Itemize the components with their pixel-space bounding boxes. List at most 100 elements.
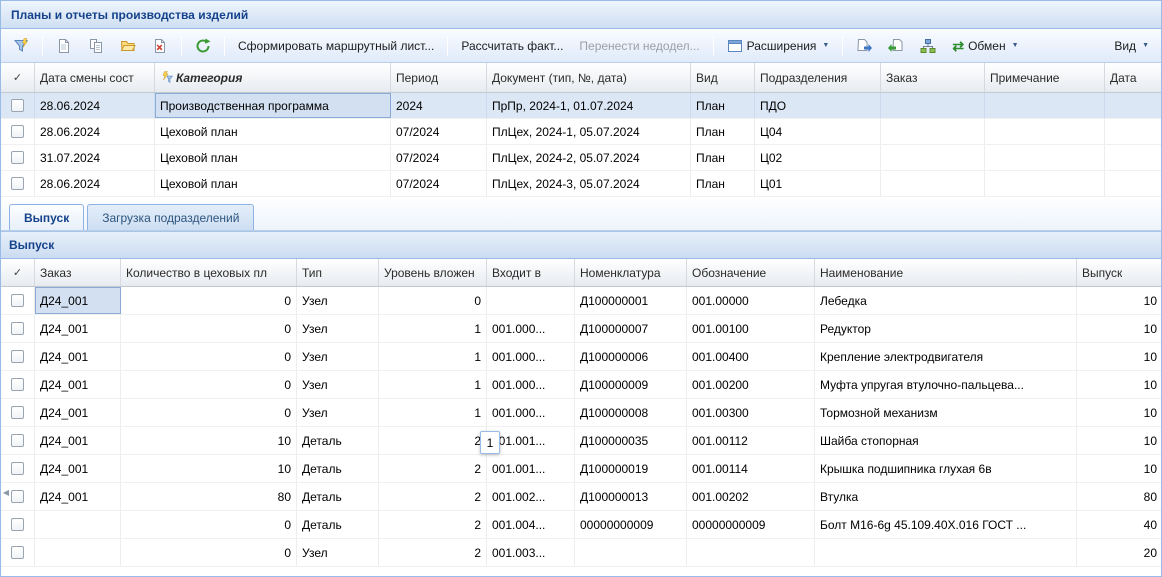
cell: Д100000006 bbox=[575, 343, 687, 370]
column-header[interactable]: Категория bbox=[155, 63, 391, 92]
row-checkbox[interactable] bbox=[11, 462, 24, 475]
column-header[interactable]: Заказ bbox=[35, 259, 121, 286]
collapse-panel-icon[interactable]: ◀ bbox=[1, 481, 11, 503]
cell-editor[interactable]: 1 bbox=[480, 431, 500, 454]
row-checkbox[interactable] bbox=[11, 125, 24, 138]
tab-load-departments[interactable]: Загрузка подразделений bbox=[87, 204, 254, 230]
org-structure-button[interactable] bbox=[913, 34, 943, 58]
tab-output[interactable]: Выпуск bbox=[9, 204, 84, 230]
column-header[interactable]: Обозначение bbox=[687, 259, 815, 286]
column-header[interactable]: Количество в цеховых пл bbox=[121, 259, 297, 286]
column-header[interactable]: Документ (тип, №, дата) bbox=[487, 63, 691, 92]
button-label: Перенести недодел... bbox=[579, 39, 699, 53]
table-row[interactable]: Д24_0010Узел1001.000...Д100000008001.003… bbox=[1, 399, 1161, 427]
toolbar-separator bbox=[447, 36, 448, 56]
table-row[interactable]: 0Узел2001.003...20 bbox=[1, 539, 1161, 567]
cell: 001.000... bbox=[487, 371, 575, 398]
table-row[interactable]: 31.07.2024Цеховой план07/2024ПлЦех, 2024… bbox=[1, 145, 1161, 171]
column-header[interactable]: Выпуск bbox=[1077, 259, 1161, 286]
cell: 001.00300 bbox=[687, 399, 815, 426]
row-checkbox[interactable] bbox=[11, 322, 24, 335]
open-button[interactable] bbox=[113, 34, 143, 58]
column-header-label: Номенклатура bbox=[580, 266, 661, 280]
extensions-button[interactable]: Расширения ▼ bbox=[720, 34, 837, 58]
select-all-header[interactable]: ✓ bbox=[1, 259, 35, 286]
cell: 80 bbox=[1077, 483, 1161, 510]
row-checkbox[interactable] bbox=[11, 350, 24, 363]
cell bbox=[985, 119, 1105, 144]
calculate-fact-button[interactable]: Рассчитать факт... bbox=[454, 35, 570, 57]
cell: 0 bbox=[121, 315, 297, 342]
cell: Редуктор bbox=[815, 315, 1077, 342]
cell: 001.00100 bbox=[687, 315, 815, 342]
column-header[interactable]: Дата смены сост bbox=[35, 63, 155, 92]
table-row[interactable]: 28.06.2024Цеховой план07/2024ПлЦех, 2024… bbox=[1, 171, 1161, 197]
row-checkbox[interactable] bbox=[11, 177, 24, 190]
table-row[interactable]: Д24_0010Узел1001.000...Д100000007001.001… bbox=[1, 315, 1161, 343]
column-header[interactable]: Подразделения bbox=[755, 63, 881, 92]
select-all-header[interactable]: ✓ bbox=[1, 63, 35, 92]
table-row[interactable]: Д24_0010Узел1001.000...Д100000009001.002… bbox=[1, 371, 1161, 399]
refresh-button[interactable] bbox=[188, 34, 218, 58]
delete-button[interactable] bbox=[145, 34, 175, 58]
table-row[interactable]: Д24_0010Узел0Д100000001001.00000Лебедка1… bbox=[1, 287, 1161, 315]
table-row[interactable]: 0Деталь2001.004...0000000000900000000009… bbox=[1, 511, 1161, 539]
generate-route-sheet-button[interactable]: Сформировать маршрутный лист... bbox=[231, 35, 441, 57]
checkbox-cell bbox=[1, 93, 35, 118]
export-button[interactable] bbox=[849, 34, 879, 58]
row-checkbox[interactable] bbox=[11, 434, 24, 447]
table-row[interactable]: Д24_00110Деталь2001.001...Д100000035001.… bbox=[1, 427, 1161, 455]
table-row[interactable]: Д24_0010Узел1001.000...Д100000006001.004… bbox=[1, 343, 1161, 371]
cell: Узел bbox=[297, 539, 379, 566]
cell: 10 bbox=[1077, 287, 1161, 314]
cell: 31.07.2024 bbox=[35, 145, 155, 170]
row-checkbox[interactable] bbox=[11, 151, 24, 164]
cell: 001.00202 bbox=[687, 483, 815, 510]
cell: 10 bbox=[1077, 455, 1161, 482]
exchange-button[interactable]: ⇄ Обмен ▼ bbox=[945, 34, 1025, 58]
column-header[interactable]: Уровень вложен bbox=[379, 259, 487, 286]
row-checkbox[interactable] bbox=[11, 518, 24, 531]
cell bbox=[815, 539, 1077, 566]
column-header[interactable]: Наименование bbox=[815, 259, 1077, 286]
import-button[interactable] bbox=[881, 34, 911, 58]
view-button[interactable]: Вид ▼ bbox=[1107, 35, 1156, 57]
cell: 001.003... bbox=[487, 539, 575, 566]
row-checkbox[interactable] bbox=[11, 294, 24, 307]
copy-document-button[interactable] bbox=[81, 34, 111, 58]
copy-document-icon bbox=[88, 38, 104, 54]
cell: Ц01 bbox=[755, 171, 881, 196]
cell bbox=[985, 171, 1105, 196]
row-checkbox[interactable] bbox=[11, 99, 24, 112]
cell: Д100000008 bbox=[575, 399, 687, 426]
button-label: Сформировать маршрутный лист... bbox=[238, 39, 434, 53]
filter-button[interactable] bbox=[6, 34, 36, 58]
column-header[interactable]: Дата bbox=[1105, 63, 1161, 92]
column-header-label: Вид bbox=[696, 71, 718, 85]
cell: 001.004... bbox=[487, 511, 575, 538]
table-row[interactable]: 28.06.2024Производственная программа2024… bbox=[1, 93, 1161, 119]
column-header[interactable]: Период bbox=[391, 63, 487, 92]
row-checkbox[interactable] bbox=[11, 490, 24, 503]
dropdown-arrow-icon: ▼ bbox=[822, 42, 829, 49]
grid-header: ✓Дата смены состКатегорияПериодДокумент … bbox=[1, 63, 1161, 93]
transfer-unfinished-button[interactable]: Перенести недодел... bbox=[572, 35, 706, 57]
cell: Ц02 bbox=[755, 145, 881, 170]
app-window: Планы и отчеты производства изделий bbox=[0, 0, 1162, 577]
row-checkbox[interactable] bbox=[11, 378, 24, 391]
column-header[interactable]: Тип bbox=[297, 259, 379, 286]
row-checkbox[interactable] bbox=[11, 406, 24, 419]
table-row[interactable]: 28.06.2024Цеховой план07/2024ПлЦех, 2024… bbox=[1, 119, 1161, 145]
column-header[interactable]: Примечание bbox=[985, 63, 1105, 92]
table-row[interactable]: Д24_00110Деталь2001.001...Д100000019001.… bbox=[1, 455, 1161, 483]
column-header-label: Примечание bbox=[990, 71, 1059, 85]
row-checkbox[interactable] bbox=[11, 546, 24, 559]
column-header[interactable]: Входит в bbox=[487, 259, 575, 286]
org-structure-icon bbox=[920, 38, 936, 54]
column-header[interactable]: Вид bbox=[691, 63, 755, 92]
table-row[interactable]: Д24_00180Деталь2001.002...Д100000013001.… bbox=[1, 483, 1161, 511]
column-header[interactable]: Заказ bbox=[881, 63, 985, 92]
new-document-button[interactable] bbox=[49, 34, 79, 58]
column-header[interactable]: Номенклатура bbox=[575, 259, 687, 286]
cell: Муфта упругая втулочно-пальцева... bbox=[815, 371, 1077, 398]
